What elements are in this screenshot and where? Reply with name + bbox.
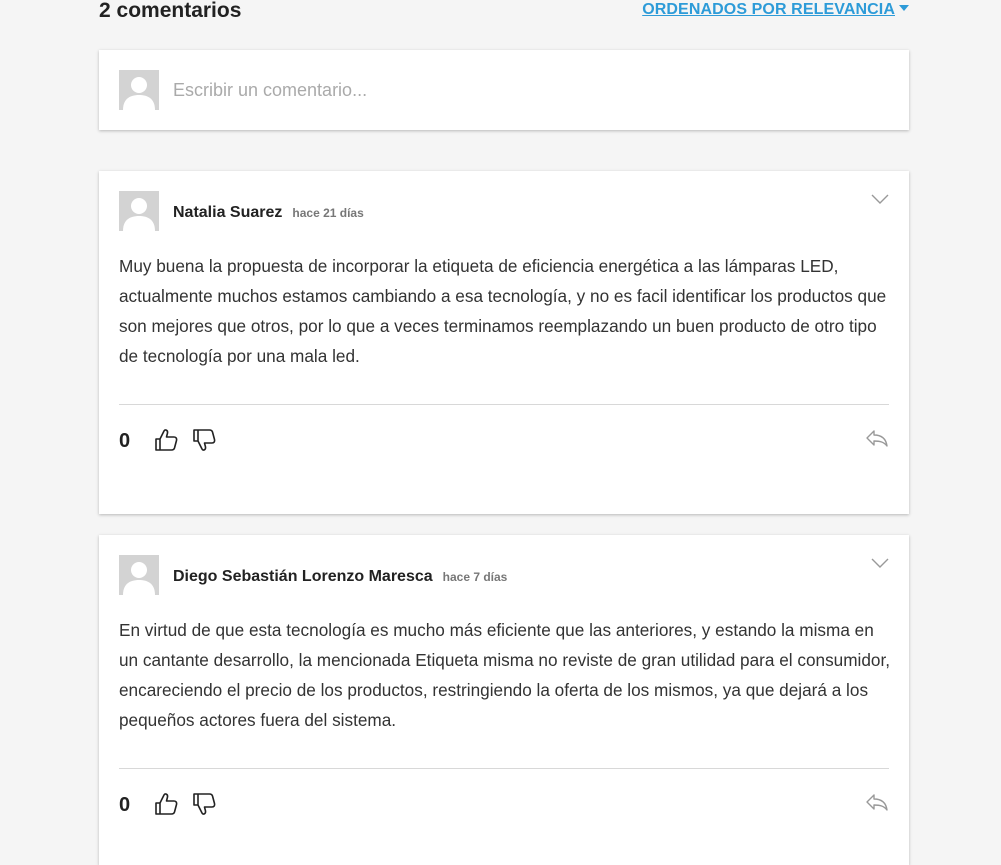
divider [119,404,889,405]
default-user-avatar-icon [119,191,159,231]
comments-header: 2 comentarios ORDENADOS POR RELEVANCIA [99,0,909,40]
thumbs-down-icon[interactable] [191,791,217,817]
reply-arrow-icon[interactable] [865,792,889,812]
divider [119,768,889,769]
chevron-down-icon[interactable] [871,557,889,569]
default-user-avatar-icon [119,70,159,110]
reply-arrow-icon[interactable] [865,428,889,448]
thumbs-up-icon[interactable] [153,427,179,453]
comment-body: En virtud de que esta tecnología es much… [119,620,891,730]
comment-time: hace 21 días [292,206,364,220]
sort-dropdown[interactable]: ORDENADOS POR RELEVANCIA [642,1,909,19]
author-name: Diego Sebastián Lorenzo Maresca [173,568,433,585]
comment-count: 2 comentarios [99,0,242,22]
comment-time: hace 7 días [442,570,508,584]
comment-card: Diego Sebastián Lorenzo Maresca hace 7 dí… [99,535,909,865]
comments-section: 2 comentarios ORDENADOS POR RELEVANCIA N… [99,0,909,865]
vote-count: 0 [119,430,131,452]
comment-meta: Diego Sebastián Lorenzo Maresca hace 7 dí… [173,568,507,586]
comment-composer [99,50,909,130]
comment-meta: Natalia Suarez hace 21 días [173,204,364,222]
default-user-avatar-icon [119,555,159,595]
comment-card: Natalia Suarez hace 21 días Muy buena la … [99,171,909,514]
thumbs-down-icon[interactable] [191,427,217,453]
chevron-down-icon[interactable] [871,193,889,205]
vote-count: 0 [119,794,131,816]
comment-body: Muy buena la propuesta de incorporar la … [119,256,887,366]
comment-input[interactable] [173,78,873,102]
sort-label: ORDENADOS POR RELEVANCIA [642,1,895,18]
thumbs-up-icon[interactable] [153,791,179,817]
author-name: Natalia Suarez [173,204,283,221]
caret-down-icon [899,5,909,11]
